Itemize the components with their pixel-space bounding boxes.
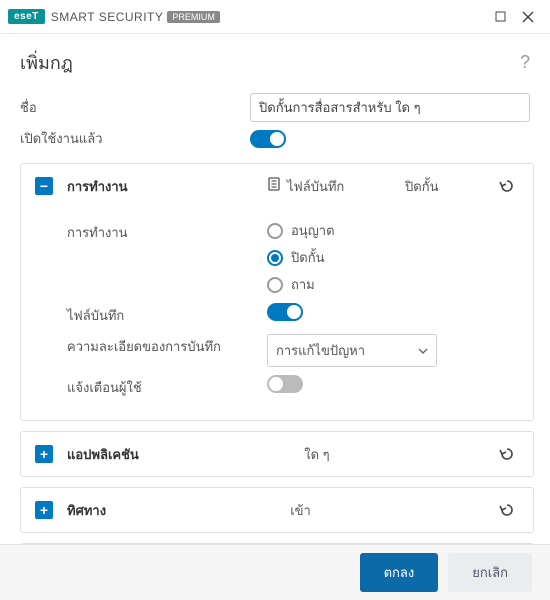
- section-app: + แอปพลิเคชัน ใด ๆ: [20, 431, 534, 477]
- enabled-toggle[interactable]: [250, 130, 286, 148]
- close-button[interactable]: [514, 3, 542, 31]
- section-action-title: การทำงาน: [67, 176, 267, 197]
- revert-icon: [498, 179, 516, 193]
- top-form: ชื่อ เปิดใช้งานแล้ว: [0, 93, 550, 163]
- enabled-label: เปิดใช้งานแล้ว: [20, 128, 250, 149]
- revert-button[interactable]: [495, 498, 519, 522]
- log-toggle[interactable]: [267, 303, 303, 321]
- section-action-body: การทำงาน อนุญาต ปิดกั้น ถาม ไฟล์บันทึก ค…: [21, 208, 533, 420]
- notify-label: แจ้งเตือนผู้ใช้: [67, 375, 267, 398]
- log-icon: [267, 177, 281, 196]
- action-radio-group: อนุญาต ปิดกั้น ถาม: [267, 220, 519, 295]
- section-app-summary: ใด ๆ: [304, 447, 329, 462]
- radio-ask[interactable]: ถาม: [267, 274, 519, 295]
- dialog-footer: ตกลง ยกเลิก: [0, 544, 550, 600]
- section-direction-header[interactable]: + ทิศทาง เข้า: [21, 488, 533, 532]
- revert-button[interactable]: [495, 174, 519, 198]
- col-block-label: ปิดกั้น: [405, 176, 495, 197]
- ok-button[interactable]: ตกลง: [360, 553, 439, 592]
- severity-value: การแก้ไขปัญหา: [276, 340, 365, 361]
- section-app-header[interactable]: + แอปพลิเคชัน ใด ๆ: [21, 432, 533, 476]
- page-title: เพิ่มกฎ: [20, 48, 520, 77]
- name-label: ชื่อ: [20, 97, 250, 118]
- log-label: ไฟล์บันทึก: [67, 303, 267, 326]
- brand-edition: PREMIUM: [167, 11, 220, 23]
- section-app-title: แอปพลิเคชัน: [67, 444, 139, 465]
- titlebar: eseT SMART SECURITY PREMIUM: [0, 0, 550, 34]
- radio-block-label: ปิดกั้น: [291, 247, 324, 268]
- brand-name: SMART SECURITY: [51, 10, 164, 24]
- severity-label: ความละเอียดของการบันทึก: [67, 334, 267, 357]
- radio-allow-label: อนุญาต: [291, 220, 335, 241]
- col-log-label: ไฟล์บันทึก: [287, 176, 344, 197]
- brand-badge: eseT: [8, 9, 45, 24]
- cancel-button[interactable]: ยกเลิก: [448, 553, 532, 592]
- revert-icon: [498, 503, 516, 517]
- revert-icon: [498, 447, 516, 461]
- square-icon: [495, 11, 506, 22]
- section-action-header[interactable]: − การทำงาน ไฟล์บันทึก ปิดกั้น: [21, 164, 533, 208]
- expand-icon[interactable]: +: [35, 445, 53, 463]
- revert-button[interactable]: [495, 442, 519, 466]
- action-label: การทำงาน: [67, 220, 267, 243]
- section-direction-summary: เข้า: [290, 503, 311, 518]
- collapse-icon[interactable]: −: [35, 177, 53, 195]
- close-icon: [522, 11, 534, 23]
- maximize-button[interactable]: [486, 3, 514, 31]
- radio-block[interactable]: ปิดกั้น: [267, 247, 519, 268]
- help-button[interactable]: ?: [520, 52, 530, 73]
- section-direction-title: ทิศทาง: [67, 500, 106, 521]
- name-input[interactable]: [250, 93, 530, 122]
- chevron-down-icon: [418, 348, 428, 354]
- sections-scroll[interactable]: − การทำงาน ไฟล์บันทึก ปิดกั้น การทำงาน อ: [0, 163, 550, 573]
- expand-icon[interactable]: +: [35, 501, 53, 519]
- section-action: − การทำงาน ไฟล์บันทึก ปิดกั้น การทำงาน อ: [20, 163, 534, 421]
- section-direction: + ทิศทาง เข้า: [20, 487, 534, 533]
- radio-ask-label: ถาม: [291, 274, 315, 295]
- radio-allow[interactable]: อนุญาต: [267, 220, 519, 241]
- severity-select[interactable]: การแก้ไขปัญหา: [267, 334, 437, 367]
- notify-toggle[interactable]: [267, 375, 303, 393]
- dialog-header: เพิ่มกฎ ?: [0, 34, 550, 87]
